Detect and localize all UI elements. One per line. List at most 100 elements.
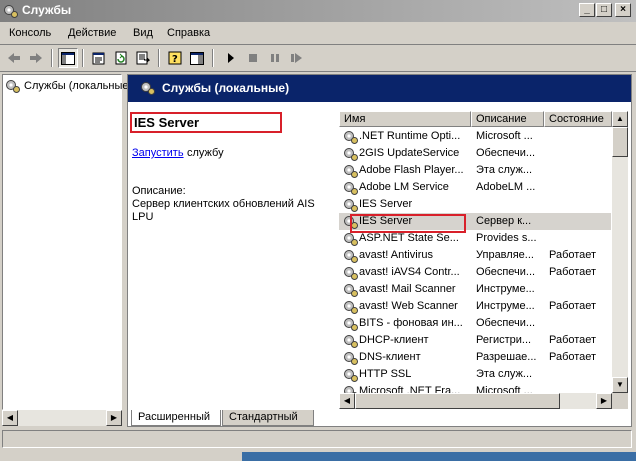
list-item[interactable]: avast! Mail Scanner Инструме... bbox=[339, 281, 611, 298]
properties-button[interactable] bbox=[89, 48, 109, 68]
gear-icon bbox=[343, 180, 359, 196]
menu-action[interactable]: Действие bbox=[68, 27, 116, 39]
title-bar[interactable]: Службы _ □ × bbox=[0, 0, 636, 22]
properties-icon bbox=[92, 52, 105, 65]
minimize-button[interactable]: _ bbox=[579, 3, 595, 17]
list-item[interactable]: Adobe LM Service AdobeLM ... bbox=[339, 179, 611, 196]
list-item[interactable]: HTTP SSL Эта служ... bbox=[339, 366, 611, 383]
column-header-description[interactable]: Описание bbox=[471, 111, 544, 127]
service-state: Работает bbox=[549, 249, 597, 261]
column-header-name[interactable]: Имя bbox=[339, 111, 471, 127]
description-label: Описание: bbox=[132, 185, 186, 197]
scroll-corner bbox=[612, 393, 628, 409]
gear-icon bbox=[343, 197, 359, 213]
start-service-suffix: службу bbox=[187, 147, 224, 159]
refresh-icon bbox=[115, 51, 127, 65]
close-button[interactable]: × bbox=[615, 3, 631, 17]
stop-service-button[interactable] bbox=[243, 48, 263, 68]
service-name: 2GIS UpdateService bbox=[359, 147, 460, 159]
gear-icon bbox=[343, 316, 359, 332]
tab-extended[interactable]: Расширенный bbox=[131, 410, 221, 426]
tree-item-services-local[interactable]: Службы (локальные) bbox=[5, 78, 132, 94]
toolbar: ? bbox=[0, 45, 636, 72]
list-item[interactable]: avast! iAVS4 Contr... Обеспечи... Работает bbox=[339, 264, 611, 281]
gear-icon bbox=[6, 80, 20, 93]
scroll-down-button[interactable]: ▼ bbox=[612, 377, 628, 393]
help-button[interactable]: ? bbox=[165, 48, 185, 68]
scroll-right-button[interactable]: ▶ bbox=[106, 410, 122, 426]
list-item[interactable]: Adobe Flash Player... Эта служ... bbox=[339, 162, 611, 179]
gear-icon bbox=[343, 282, 359, 298]
gear-icon bbox=[343, 231, 359, 247]
start-service-button[interactable] bbox=[221, 48, 241, 68]
list-item[interactable]: avast! Antivirus Управляе... Работает bbox=[339, 247, 611, 264]
play-icon bbox=[228, 53, 234, 63]
vertical-scroll-thumb[interactable] bbox=[612, 127, 628, 157]
service-description-cell: Разрешае... bbox=[476, 351, 537, 363]
list-item[interactable]: 2GIS UpdateService Обеспечи... bbox=[339, 145, 611, 162]
scroll-up-button[interactable]: ▲ bbox=[612, 111, 628, 127]
refresh-button[interactable] bbox=[111, 48, 131, 68]
menu-help[interactable]: Справка bbox=[167, 27, 210, 39]
start-service-link[interactable]: Запустить bbox=[132, 147, 184, 159]
gear-icon bbox=[343, 350, 359, 366]
service-description-cell: Эта служ... bbox=[476, 368, 533, 380]
gear-icon bbox=[343, 265, 359, 281]
stop-icon bbox=[249, 54, 257, 62]
service-description-cell: Инструме... bbox=[476, 300, 535, 312]
console-tree-button[interactable] bbox=[187, 48, 207, 68]
back-button[interactable] bbox=[4, 48, 24, 68]
service-state: Работает bbox=[549, 266, 597, 278]
list-item[interactable]: avast! Web Scanner Инструме... Работает bbox=[339, 298, 611, 315]
toolbar-separator bbox=[82, 49, 84, 67]
service-description-cell: Инструме... bbox=[476, 283, 535, 295]
service-description-cell: Эта служ... bbox=[476, 164, 533, 176]
export-list-button[interactable] bbox=[133, 48, 153, 68]
scroll-left-button[interactable]: ◀ bbox=[339, 393, 355, 409]
status-bar bbox=[2, 430, 632, 448]
menu-view[interactable]: Вид bbox=[133, 27, 153, 39]
forward-icon bbox=[30, 53, 42, 63]
scroll-right-button[interactable]: ▶ bbox=[596, 393, 612, 409]
list-item[interactable]: DHCP-клиент Регистри... Работает bbox=[339, 332, 611, 349]
column-header-state[interactable]: Состояние bbox=[544, 111, 612, 127]
list-item[interactable]: Microsoft .NET Fra... Microsoft ... bbox=[339, 383, 611, 393]
list-item[interactable]: .NET Runtime Opti... Microsoft ... bbox=[339, 128, 611, 145]
service-name: HTTP SSL bbox=[359, 368, 412, 380]
service-name: Adobe LM Service bbox=[359, 181, 449, 193]
horizontal-scroll-thumb[interactable] bbox=[355, 393, 560, 409]
tree-horizontal-scrollbar[interactable]: ◀ ▶ bbox=[2, 410, 122, 426]
service-title: IES Server bbox=[134, 115, 200, 130]
pause-service-button[interactable] bbox=[265, 48, 285, 68]
pause-icon bbox=[271, 54, 279, 62]
desktop-background bbox=[242, 452, 636, 461]
service-name: IES Server bbox=[359, 198, 413, 210]
maximize-button[interactable]: □ bbox=[596, 3, 612, 17]
service-name: ASP.NET State Se... bbox=[359, 232, 459, 244]
scroll-left-button[interactable]: ◀ bbox=[2, 410, 18, 426]
show-hide-tree-icon bbox=[61, 51, 75, 65]
list-item[interactable]: IES Server bbox=[339, 196, 611, 213]
service-description-cell: Обеспечи... bbox=[476, 317, 536, 329]
service-description-cell: Microsoft ... bbox=[476, 130, 533, 142]
list-item[interactable]: BITS - фоновая ин... Обеспечи... bbox=[339, 315, 611, 332]
forward-button[interactable] bbox=[26, 48, 46, 68]
gear-icon bbox=[141, 82, 155, 95]
service-state: Работает bbox=[549, 300, 597, 312]
restart-service-button[interactable] bbox=[287, 48, 307, 68]
list-item[interactable]: DNS-клиент Разрешае... Работает bbox=[339, 349, 611, 366]
service-name: avast! Mail Scanner bbox=[359, 283, 456, 295]
service-name: .NET Runtime Opti... bbox=[359, 130, 461, 142]
svg-text:?: ? bbox=[172, 54, 178, 65]
service-name: avast! iAVS4 Contr... bbox=[359, 266, 460, 278]
show-hide-tree-button[interactable] bbox=[58, 48, 78, 68]
window-title: Службы bbox=[22, 3, 72, 17]
service-description-cell: Provides s... bbox=[476, 232, 537, 244]
tab-standard[interactable]: Стандартный bbox=[222, 410, 314, 426]
gear-icon bbox=[343, 163, 359, 179]
menu-console[interactable]: Консоль bbox=[9, 27, 51, 39]
service-description-cell: Управляе... bbox=[476, 249, 534, 261]
toolbar-separator bbox=[212, 49, 214, 67]
service-name: DNS-клиент bbox=[359, 351, 421, 363]
console-tree-icon bbox=[190, 51, 204, 65]
